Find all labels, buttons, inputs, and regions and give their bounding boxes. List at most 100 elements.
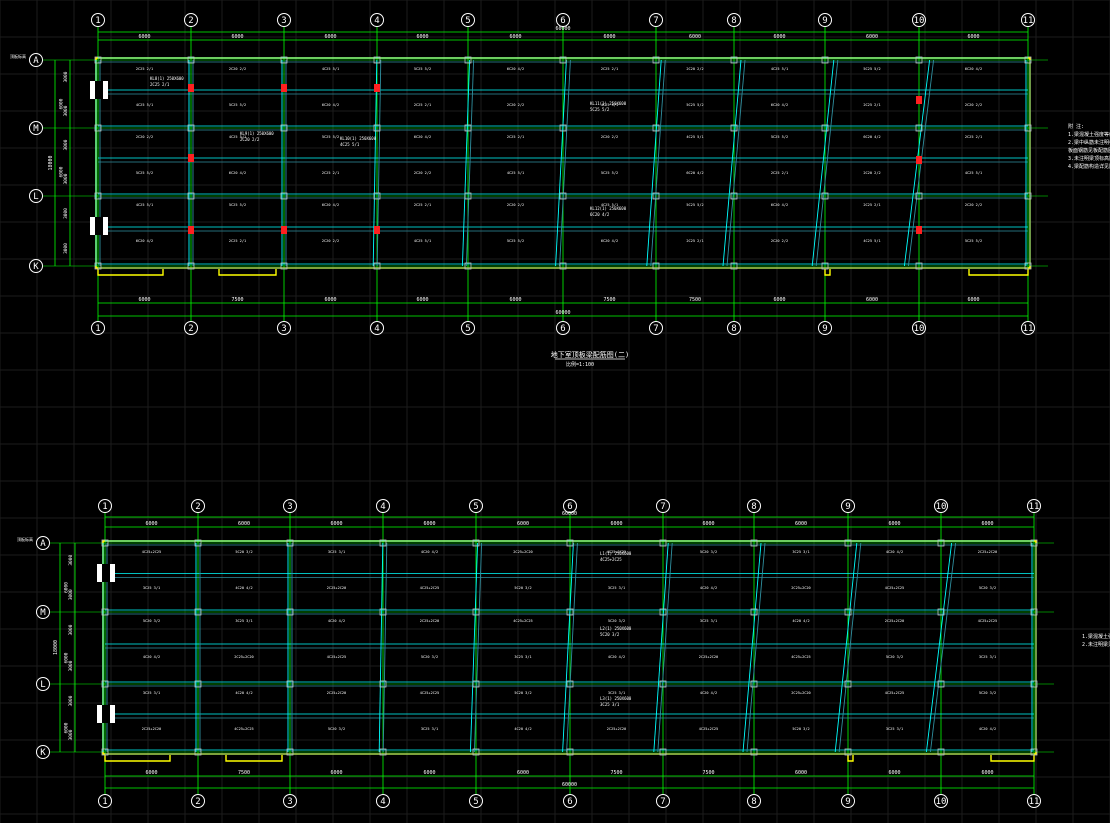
bottom-dim-3: 6000 (324, 297, 336, 303)
elevation-label: 顶板标高 (17, 536, 33, 542)
opening-outline (824, 269, 831, 276)
span-annotation: 4C25+2C25 (791, 655, 810, 659)
axis-bubble-row-A-label: A (40, 539, 46, 549)
span-annotation: 5C20 3/2 (514, 586, 531, 590)
span-annotation: 3C25 3/1 (328, 550, 345, 554)
vertical-beam-line (646, 59, 662, 267)
span-annotation: 4C25 5/1 (136, 203, 153, 207)
top-total-dim: 60000 (562, 511, 577, 517)
axis-bubble-bottom-6-label: 6 (560, 324, 565, 334)
rebar-marker (188, 84, 194, 92)
span-annotation: 3C25 3/1 (700, 619, 717, 623)
span-annotation: 2C20 2/2 (507, 203, 524, 207)
left-total-dim: 18000 (53, 640, 59, 655)
span-annotation: 4C25 5/1 (507, 171, 524, 175)
beam-callout: KL11(1) 250X600 (590, 101, 627, 106)
top-dim-4: 6000 (416, 34, 428, 40)
beam-callout: 2C20 2/2 (240, 137, 260, 142)
span-annotation: 5C20 3/2 (421, 655, 438, 659)
top-dim-10: 6000 (967, 34, 979, 40)
span-annotation: 2C25+2C20 (420, 619, 439, 623)
span-annotation: 5C20 3/2 (608, 619, 625, 623)
span-annotation: 2C25+2C20 (885, 619, 904, 623)
elevation-label: 顶板标高 (10, 53, 26, 59)
upper-beam-plan[interactable]: 11223344556677889910101111600006000 6000 6… (10, 13, 1110, 369)
axis-bubble-top-8-label: 8 (731, 16, 736, 26)
span-annotation: 4C25 5/1 (965, 171, 982, 175)
axis-bubble-bottom-8-label: 8 (731, 324, 736, 334)
opening-outline (104, 755, 171, 762)
span-annotation: 2C20 2/2 (507, 103, 524, 107)
bottom-dim-7: 7500 (702, 770, 714, 776)
bottom-dim-3: 6000 (330, 770, 342, 776)
span-annotation: 4C25+2C25 (978, 619, 997, 623)
left-dim-1: 3000 (63, 71, 69, 82)
span-annotation: 5C20 3/2 (886, 655, 903, 659)
span-annotation: 4C25+2C25 (885, 586, 904, 590)
vertical-beam-line (815, 59, 839, 267)
axis-bubble-bottom-9-label: 9 (822, 324, 827, 334)
bottom-dim-9: 6000 (866, 297, 878, 303)
axis-bubble-bottom-5-label: 5 (473, 797, 478, 807)
span-annotation: 2C25+2C20 (791, 691, 810, 695)
span-annotation: 3C25 3/1 (235, 619, 252, 623)
lower-beam-plan[interactable]: 11223344556677889910101111600006000 6000 6… (17, 499, 1110, 808)
drawing-scale: 比例=1:100 (566, 361, 594, 368)
rebar-marker (281, 84, 287, 92)
span-annotation: 4C25+2C25 (513, 619, 532, 623)
span-annotation: 6C20 4/2 (507, 67, 524, 71)
cad-drawing-canvas[interactable]: 11223344556677889910101111600006000 6000 6… (0, 0, 1110, 823)
core-symbol-inner (102, 564, 110, 582)
axis-bubble-top-3-label: 3 (281, 16, 286, 26)
top-dim-3: 6000 (330, 521, 342, 527)
drawing-note: 2.未注明梁见总说明 (1082, 641, 1110, 648)
bottom-total-dim: 60000 (555, 310, 570, 316)
beam-callout: KL12(1) 250X600 (590, 206, 627, 211)
span-annotation: 2C25+2C20 (791, 586, 810, 590)
span-annotation: 6C20 4/2 (322, 103, 339, 107)
axis-bubble-top-2-label: 2 (195, 502, 200, 512)
span-annotation: 2C20 2/2 (863, 171, 880, 175)
span-annotation: 5C20 3/2 (979, 691, 996, 695)
vertical-beam-line (461, 59, 471, 267)
span-annotation: 6C20 4/2 (863, 135, 880, 139)
span-annotation: 2C25+2C20 (978, 550, 997, 554)
top-dim-3: 6000 (324, 34, 336, 40)
bottom-dim-1: 6000 (145, 770, 157, 776)
vertical-beam-line (742, 542, 762, 753)
top-dim-8: 6000 (773, 34, 785, 40)
core-symbol-inner (102, 705, 110, 723)
beam-callout: L2(1) 250X600 (600, 626, 632, 631)
vertical-beam-line (834, 542, 858, 753)
span-annotation: 4C25+2C25 (142, 550, 161, 554)
axis-bubble-top-2-label: 2 (188, 16, 193, 26)
bottom-dim-5: 6000 (517, 770, 529, 776)
span-annotation: 2C25 2/1 (863, 203, 880, 207)
beam-callout: L1(1) 250X600 (600, 551, 632, 556)
vertical-beam-line (382, 542, 388, 753)
rebar-marker (188, 226, 194, 234)
rebar-marker (374, 84, 380, 92)
span-annotation: 4C25+2C25 (420, 691, 439, 695)
drawing-note: 4.梁配筋构造详见图集 (1068, 163, 1110, 170)
span-annotation: 3C25 3/1 (608, 586, 625, 590)
axis-bubble-top-9-label: 9 (845, 502, 850, 512)
vertical-beam-line (929, 542, 957, 753)
drawing-title: 地下室顶板梁配筋图(二) (551, 350, 629, 359)
bottom-dim-2: 7500 (231, 297, 243, 303)
vertical-beam-line (726, 59, 746, 267)
left-dim-6: 3000 (63, 243, 69, 254)
span-annotation: 2C25+2C20 (607, 727, 626, 731)
span-annotation: 2C25+2C20 (699, 655, 718, 659)
top-dim-6: 6000 (610, 521, 622, 527)
span-annotation: 4C20 4/2 (608, 655, 625, 659)
span-annotation: 2C25+2C20 (327, 691, 346, 695)
span-annotation: 6C20 4/2 (771, 203, 788, 207)
axis-bubble-bottom-10-label: 10 (914, 324, 925, 334)
top-dim-1: 6000 (145, 521, 157, 527)
span-annotation: 4C20 4/2 (886, 550, 903, 554)
span-annotation: 4C25+2C25 (327, 655, 346, 659)
span-annotation: 6C20 4/2 (136, 239, 153, 243)
top-dim-1: 6000 (138, 34, 150, 40)
axis-bubble-row-L-label: L (40, 680, 45, 690)
